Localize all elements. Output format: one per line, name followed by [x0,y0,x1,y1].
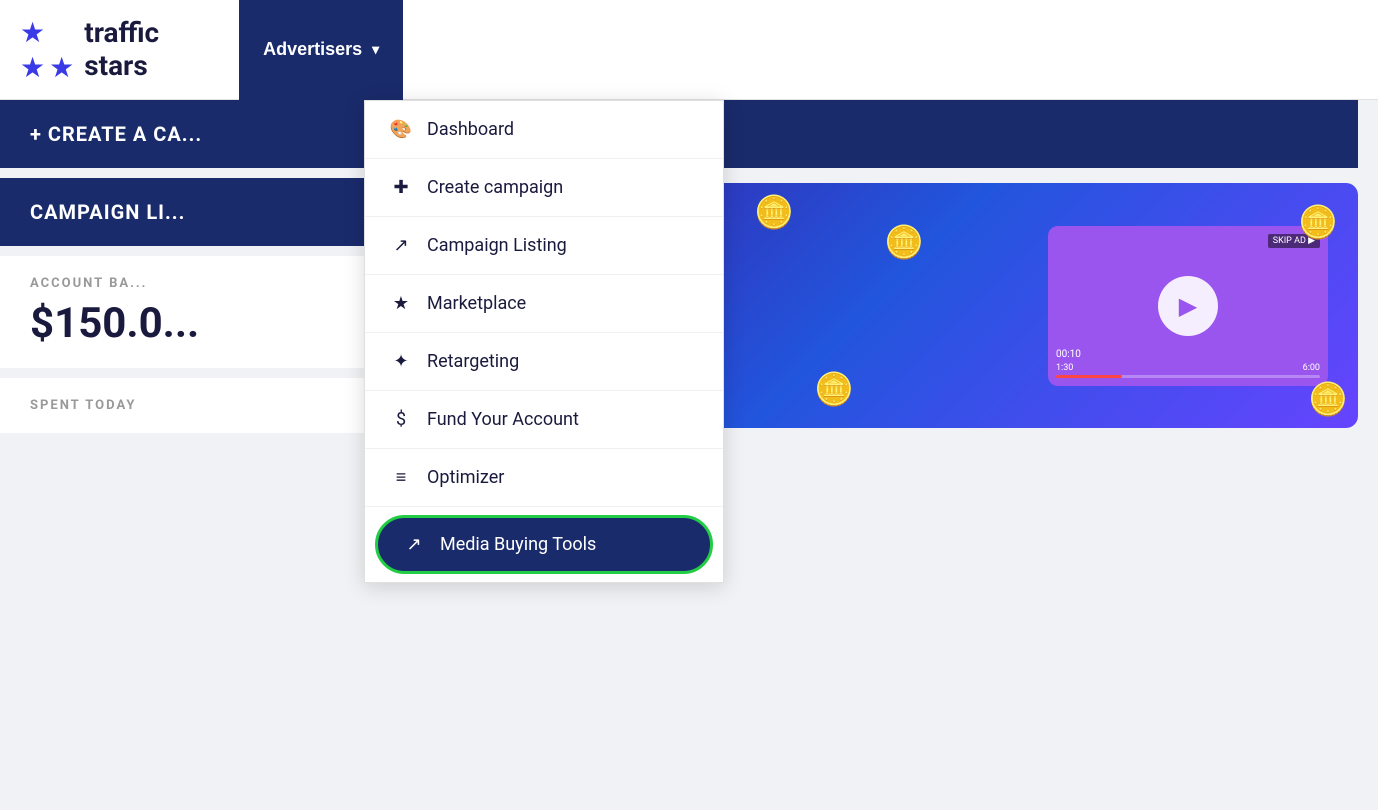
logo-text: traffic stars [84,17,159,81]
advertisers-button[interactable]: Advertisers ▾ [239,0,403,100]
video-controls: 00:10 1:30 6:00 [1056,349,1320,378]
dropdown-item-retargeting[interactable]: ✦ Retargeting [365,333,723,391]
chart-icon: ↗ [389,235,413,256]
video-end-time: 6:00 [1303,363,1320,373]
dropdown-item-create-campaign[interactable]: ✚ Create campaign [365,159,723,217]
spent-today-label: SPENT TODAY [30,398,334,413]
campaign-listing-label: CAMPAIGN LI... [30,200,185,224]
dropdown-label-marketplace: Marketplace [427,293,526,314]
logo: ★ ★ ★ traffic stars [20,16,159,84]
advertisers-label: Advertisers [263,39,362,60]
dropdown-label-dashboard: Dashboard [427,119,514,140]
dropdown-label-optimizer: Optimizer [427,467,504,488]
target-icon: ✦ [389,351,413,372]
play-button[interactable]: ▶ [1158,276,1218,336]
plus-icon: ✚ [389,177,413,198]
dropdown-item-optimizer[interactable]: ≡ Optimizer [365,449,723,507]
campaign-listing-button[interactable]: CAMPAIGN LI... [0,178,364,246]
dropdown-item-campaign-listing[interactable]: ↗ Campaign Listing [365,217,723,275]
spent-today-card: SPENT TODAY [0,378,364,433]
dropdown-item-media-buying-tools[interactable]: ↗ Media Buying Tools [375,515,713,574]
video-progress-fill [1056,375,1122,378]
create-campaign-button[interactable]: + CREATE A CA... [0,100,364,168]
header: ★ ★ ★ traffic stars Advertisers ▾ [0,0,1378,100]
dropdown-item-fund-account[interactable]: $ Fund Your Account [365,391,723,449]
create-campaign-label: + CREATE A CA... [30,122,202,146]
dropdown-item-marketplace[interactable]: ★ Marketplace [365,275,723,333]
coin-icon-3: 🪙 [814,370,854,408]
dropdown-label-create-campaign: Create campaign [427,177,563,198]
coin-icon-2: 🪙 [884,223,924,261]
logo-stars: ★ ★ ★ [20,16,74,84]
media-tools-icon: ↗ [402,534,426,555]
video-time: 00:10 [1056,349,1320,360]
video-progress-bar[interactable] [1056,375,1320,378]
star-icon: ★ [389,293,413,314]
video-player[interactable]: ▶ SKIP AD ▶ 00:10 1:30 6:00 [1048,226,1328,386]
video-start-time: 1:30 [1056,363,1073,373]
coin-icon-5: 🪙 [1308,380,1348,418]
optimizer-icon: ≡ [389,467,413,488]
coin-icon-4: 🪙 [1298,203,1338,241]
account-balance-label: ACCOUNT BA... [30,276,334,291]
account-balance-card: ACCOUNT BA... $150.0... [0,256,364,368]
dropdown-label-retargeting: Retargeting [427,351,519,372]
dollar-icon: $ [389,409,413,430]
dropdown-label-fund-account: Fund Your Account [427,409,579,430]
dropdown-item-dashboard[interactable]: 🎨 Dashboard [365,101,723,159]
advertisers-dropdown: 🎨 Dashboard ✚ Create campaign ↗ Campaign… [364,100,724,583]
dashboard-icon: 🎨 [389,119,413,140]
dropdown-label-media-buying-tools: Media Buying Tools [440,534,596,555]
star-icon-1: ★ [20,16,45,49]
star-icon-2: ★ [20,51,45,84]
star-icon-3: ★ [49,51,74,84]
account-balance-value: $150.0... [30,299,334,348]
coin-icon-1: 🪙 [754,193,794,231]
left-panel: + CREATE A CA... CAMPAIGN LI... ACCOUNT … [0,100,364,810]
chevron-down-icon: ▾ [372,41,379,58]
dropdown-label-campaign-listing: Campaign Listing [427,235,567,256]
video-current-time: 00:10 [1056,349,1081,360]
